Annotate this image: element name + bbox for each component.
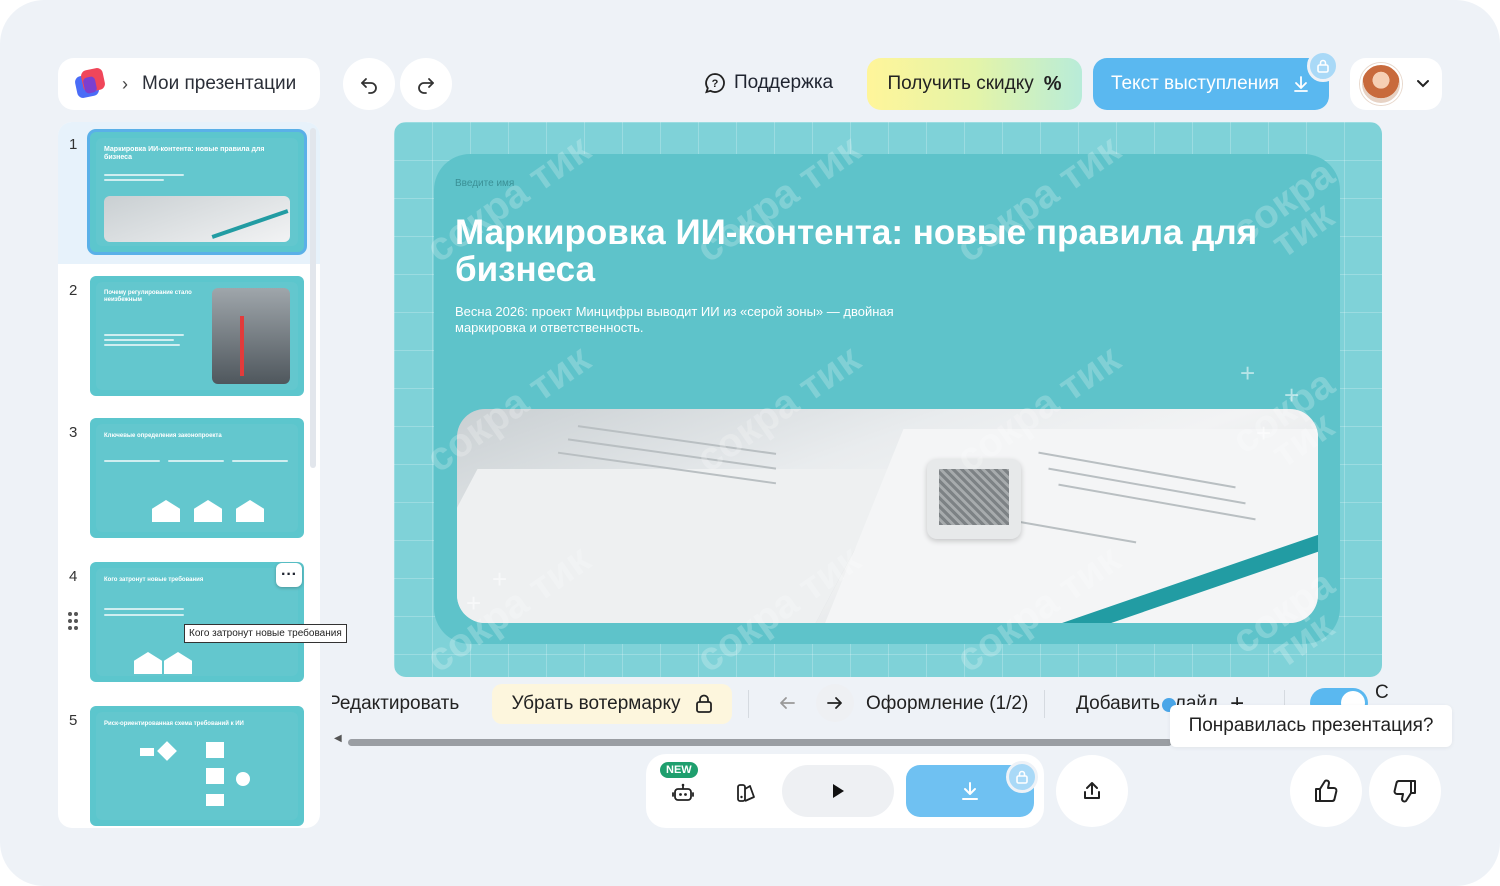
previous-design-button[interactable] [768, 684, 806, 722]
play-presentation-button[interactable] [782, 765, 894, 817]
slides-sidebar: 1 Маркировка ИИ-контента: новые правила … [58, 122, 320, 828]
download-icon [1294, 76, 1308, 92]
slide-image[interactable] [457, 409, 1318, 623]
chevron-down-icon [1417, 80, 1429, 88]
avatar [1360, 63, 1402, 105]
plus-decoration-icon: + [466, 588, 482, 618]
share-icon [1084, 782, 1100, 799]
slide-subtitle[interactable]: Весна 2026: проект Минцифры выводит ИИ и… [455, 304, 925, 336]
dislike-button[interactable] [1369, 755, 1441, 827]
slide-number: 1 [69, 136, 78, 153]
plus-decoration-icon: + [1240, 358, 1256, 388]
remove-watermark-button[interactable]: Убрать вотермарку [492, 684, 732, 724]
breadcrumb: › Мои презентации [58, 58, 320, 110]
svg-text:?: ? [712, 78, 719, 90]
design-label[interactable]: Оформление (1/2) [866, 682, 1028, 726]
divider [748, 690, 749, 718]
app-frame: › Мои презентации ? Поддержка Получить с… [0, 0, 1500, 886]
lock-icon [1307, 50, 1339, 82]
slide-thumbnail[interactable]: Риск-ориентированная схема требований к … [90, 706, 304, 826]
like-button[interactable] [1290, 755, 1362, 827]
speech-text-label: Текст выступления [1110, 73, 1280, 94]
download-icon [962, 782, 978, 800]
slide-number: 5 [69, 712, 78, 729]
thumbs-down-icon [1393, 780, 1416, 803]
next-design-button[interactable] [816, 684, 854, 722]
chat-question-icon: ? [705, 73, 725, 94]
slide-number: 4 [69, 568, 78, 585]
slide-thumbnail-title: Маркировка ИИ-контента: новые правила дл… [104, 146, 265, 161]
slide-number: 2 [69, 282, 78, 299]
chevron-right-icon: › [122, 73, 128, 94]
divider [1044, 690, 1045, 718]
arrow-left-icon [780, 697, 795, 709]
support-label: Поддержка [734, 72, 834, 93]
drag-handle-icon[interactable] [66, 612, 80, 632]
get-discount-button[interactable]: Получить скидку % [867, 58, 1082, 110]
arrow-right-icon [827, 697, 842, 709]
slide-title-tooltip: Кого затронут новые требования [184, 624, 347, 643]
feedback-prompt: Понравилась презентация? [1170, 705, 1452, 747]
slide-thumbnail-title: Кого затронут новые требования [104, 577, 204, 583]
slide-thumbnail[interactable]: Почему регулирование стало неизбежным [90, 276, 304, 396]
edit-button[interactable]: Редактировать [332, 682, 459, 726]
support-link[interactable]: ? Поддержка [704, 72, 833, 94]
theme-button[interactable] [733, 780, 759, 806]
scroll-left-icon[interactable]: ◀ [334, 733, 342, 744]
lock-icon [1006, 761, 1038, 793]
slide-thumbnail[interactable]: Кого затронут новые требования [90, 562, 304, 682]
slide-thumbnail-title: Почему регулирование стало неизбежным [104, 290, 192, 303]
redo-icon [418, 78, 434, 94]
scrollbar-thumb[interactable] [348, 739, 1172, 746]
horizontal-scrollbar[interactable]: ◀ [332, 733, 1172, 748]
ai-assistant-button[interactable] [670, 780, 696, 806]
slide-more-options-button[interactable]: ··· [276, 563, 302, 587]
play-icon [833, 784, 844, 798]
slide-thumbnail[interactable]: Маркировка ИИ-контента: новые правила дл… [90, 132, 304, 252]
slide-thumbnail[interactable]: Ключевые определения законопроекта [90, 418, 304, 538]
undo-icon [361, 78, 377, 94]
slide-title[interactable]: Маркировка ИИ-контента: новые правила дл… [455, 214, 1315, 288]
lock-icon [695, 694, 712, 713]
discount-label: Получить скидку [887, 73, 1034, 94]
palette-icon [737, 784, 755, 802]
slide-number: 3 [69, 424, 78, 441]
speech-text-button[interactable]: Текст выступления [1093, 58, 1329, 110]
robot-icon [672, 783, 694, 801]
profile-menu[interactable] [1350, 58, 1442, 110]
slide-thumbnail-title: Риск-ориентированная схема требований к … [104, 721, 244, 727]
remove-watermark-label: Убрать вотермарку [511, 693, 681, 714]
plus-decoration-icon: + [1256, 418, 1272, 448]
new-badge: NEW [660, 762, 698, 778]
sidebar-scrollbar[interactable] [310, 128, 316, 468]
plus-decoration-icon: + [1284, 380, 1300, 410]
app-logo-icon[interactable] [72, 66, 107, 101]
slide-canvas[interactable]: Введите имя Маркировка ИИ-контента: новы… [394, 122, 1382, 677]
plus-decoration-icon: + [492, 564, 508, 594]
percent-icon: % [1043, 72, 1062, 95]
thumbs-up-icon [1315, 779, 1338, 802]
share-button[interactable] [1056, 755, 1128, 827]
slide-thumbnail-title: Ключевые определения законопроекта [104, 433, 222, 439]
undo-button[interactable] [343, 58, 395, 110]
redo-button[interactable] [400, 58, 452, 110]
breadcrumb-my-presentations[interactable]: Мои презентации [142, 73, 296, 95]
